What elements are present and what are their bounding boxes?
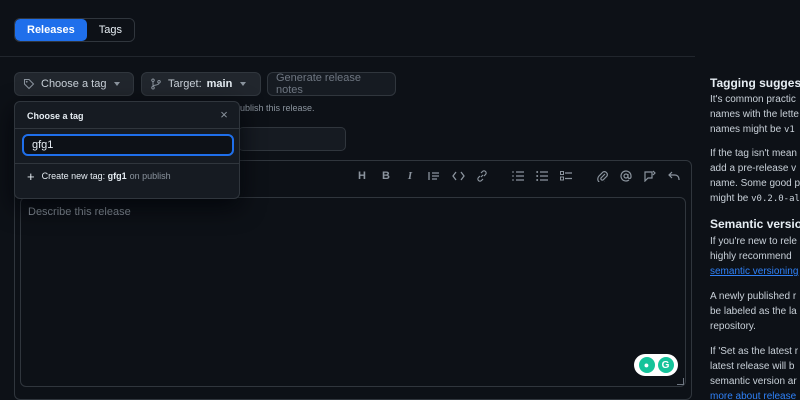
heading-icon[interactable]: H (350, 167, 374, 185)
sidebar-text: might be v0.2.0-al (710, 193, 800, 204)
link-icon[interactable] (470, 167, 494, 185)
bold-icon[interactable]: B (374, 167, 398, 185)
lightbulb-icon[interactable]: ● (638, 357, 655, 373)
target-branch-button[interactable]: Target: main (141, 72, 261, 96)
sidebar-text: name. Some good p (710, 178, 800, 189)
popup-divider (15, 163, 239, 164)
sidebar-text: If the tag isn't mean (710, 148, 797, 159)
code-icon[interactable] (446, 167, 470, 185)
tab-releases[interactable]: Releases (15, 19, 87, 41)
task-list-icon[interactable] (554, 167, 578, 185)
sidebar-text: repository. (710, 321, 756, 332)
undo-icon[interactable] (662, 167, 686, 185)
semantic-versioning-link[interactable]: semantic versioning (710, 266, 800, 277)
sidebar-code: v1 (783, 125, 795, 135)
choose-tag-popup: Choose a tag × + Create new tag: gfg1 on… (14, 101, 240, 199)
popup-title: Choose a tag (27, 111, 84, 121)
grammarly-icon[interactable]: G (657, 357, 674, 373)
close-icon[interactable]: × (217, 108, 231, 122)
editor-toolbar: H B I (350, 167, 686, 185)
sidebar-text: latest release will b (710, 361, 795, 372)
sidebar-text: highly recommend (710, 251, 792, 262)
choose-tag-button[interactable]: Choose a tag (14, 72, 134, 96)
grammarly-widget[interactable]: ● G (634, 354, 678, 376)
mention-icon[interactable] (614, 167, 638, 185)
sidebar-text: be labeled as the la (710, 306, 797, 317)
sidebar-text: If you're new to rele (710, 236, 797, 247)
release-description-textarea[interactable] (20, 197, 686, 387)
sidebar-heading-tagging: Tagging suggest (710, 76, 800, 90)
sidebar-code: v0.2.0-al (751, 194, 800, 204)
create-tag-prefix: Create new tag: (41, 171, 106, 181)
sidebar-text: add a pre-release v (710, 163, 797, 174)
branch-icon (151, 78, 161, 90)
plus-icon: + (27, 168, 35, 184)
resize-handle-icon[interactable] (677, 378, 684, 385)
sidebar-text: names might be v1 (710, 124, 795, 135)
ordered-list-icon[interactable] (506, 167, 530, 185)
create-new-tag-option[interactable]: + Create new tag: gfg1 on publish (27, 168, 171, 184)
release-docs-link[interactable]: more about release (710, 391, 800, 400)
popup-divider (15, 128, 239, 129)
tag-icon (23, 78, 35, 90)
create-tag-suffix: on publish (129, 171, 171, 181)
italic-icon[interactable]: I (398, 167, 422, 185)
create-tag-name: gfg1 (107, 171, 127, 181)
reference-icon[interactable] (638, 167, 662, 185)
description-placeholder: Describe this release (28, 206, 131, 218)
attach-icon[interactable] (590, 167, 614, 185)
target-label: Target: (168, 78, 202, 90)
tag-search-input[interactable] (22, 134, 234, 156)
chevron-down-icon (240, 82, 247, 86)
divider (0, 56, 695, 57)
quote-icon[interactable] (422, 167, 446, 185)
sidebar-text: It's common practic (710, 94, 796, 105)
generate-release-notes-button[interactable]: Generate release notes (267, 72, 396, 96)
release-tabs: Releases Tags (14, 18, 135, 42)
choose-tag-label: Choose a tag (41, 78, 107, 90)
tab-tags[interactable]: Tags (86, 19, 134, 41)
sidebar-text: names with the lette (710, 109, 799, 120)
generate-notes-label: Generate release notes (276, 72, 361, 96)
sidebar-text: If 'Set as the latest r (710, 346, 799, 357)
unordered-list-icon[interactable] (530, 167, 554, 185)
release-title-field[interactable] (238, 127, 346, 151)
sidebar-text: semantic version ar (710, 376, 797, 387)
publish-hint: ublish this release. (240, 103, 315, 113)
target-branch-value: main (206, 78, 233, 90)
sidebar-heading-semantic: Semantic version (710, 217, 800, 231)
chevron-down-icon (114, 82, 121, 86)
sidebar-text: A newly published r (710, 291, 797, 302)
